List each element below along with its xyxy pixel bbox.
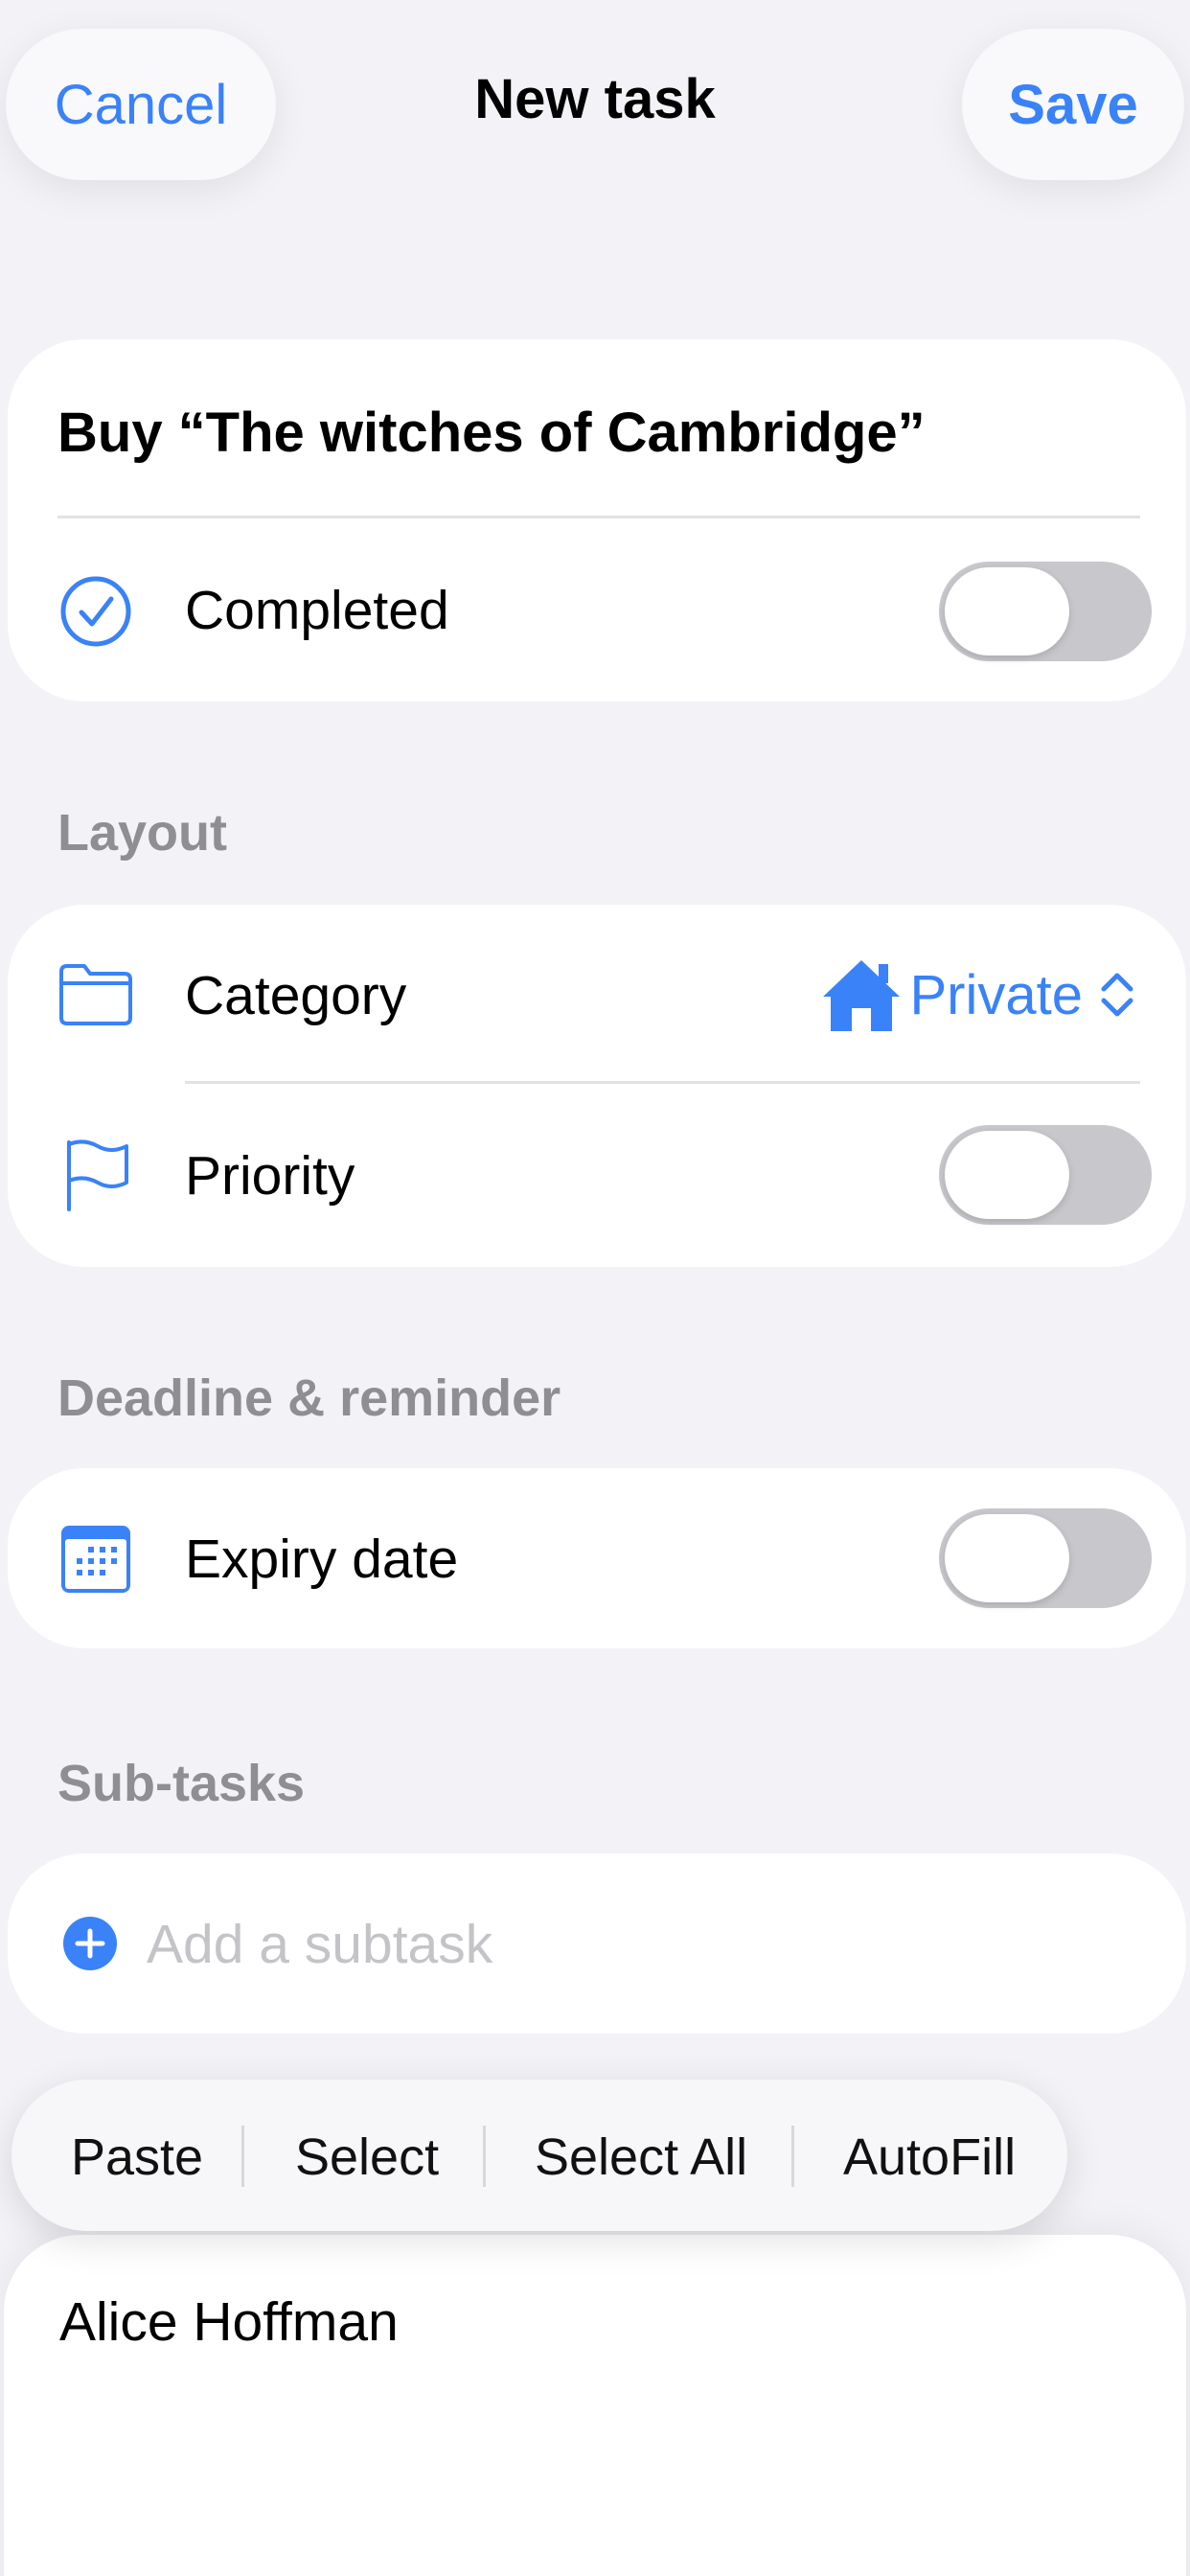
priority-row: Priority bbox=[8, 1085, 1186, 1267]
menu-separator bbox=[483, 2126, 486, 2187]
completed-label: Completed bbox=[185, 580, 449, 641]
category-row[interactable]: Category Private bbox=[8, 905, 1186, 1083]
flag-icon bbox=[67, 1139, 128, 1211]
menu-item-autofill[interactable]: AutoFill bbox=[843, 2128, 1016, 2187]
toggle-knob bbox=[945, 1514, 1069, 1602]
section-header-layout: Layout bbox=[57, 804, 228, 862]
category-label: Category bbox=[185, 965, 407, 1026]
section-header-deadline: Deadline & reminder bbox=[57, 1369, 561, 1427]
calendar-icon bbox=[61, 1526, 130, 1593]
edit-context-menu: Paste Select Select All AutoFill bbox=[11, 2080, 1067, 2231]
menu-item-paste[interactable]: Paste bbox=[71, 2128, 203, 2187]
layout-card: Category Private Priority bbox=[8, 905, 1186, 1267]
task-card: Buy “The witches of Cambridge” Completed bbox=[8, 339, 1186, 702]
divider bbox=[185, 1081, 1140, 1084]
completed-row: Completed bbox=[8, 519, 1186, 702]
section-header-subtasks: Sub-tasks bbox=[57, 1755, 306, 1812]
expiry-row: Expiry date bbox=[8, 1468, 1186, 1648]
menu-separator bbox=[791, 2126, 794, 2187]
notes-text[interactable]: Alice Hoffman bbox=[59, 2290, 399, 2354]
plus-circle-icon[interactable] bbox=[61, 1915, 119, 1972]
checkmark-circle-icon bbox=[60, 576, 131, 647]
expiry-toggle[interactable] bbox=[939, 1508, 1152, 1608]
toggle-knob bbox=[945, 567, 1069, 656]
task-title-field[interactable]: Buy “The witches of Cambridge” bbox=[57, 401, 926, 465]
add-subtask-row[interactable]: Add a subtask bbox=[8, 1853, 1186, 2034]
completed-toggle[interactable] bbox=[939, 562, 1152, 661]
priority-toggle[interactable] bbox=[939, 1125, 1152, 1225]
house-icon bbox=[823, 960, 901, 1031]
menu-item-select[interactable]: Select bbox=[295, 2128, 439, 2187]
menu-item-select-all[interactable]: Select All bbox=[535, 2128, 747, 2187]
add-subtask-input[interactable]: Add a subtask bbox=[147, 1913, 492, 1976]
save-button[interactable]: Save bbox=[962, 29, 1184, 180]
task-title-row[interactable]: Buy “The witches of Cambridge” bbox=[8, 395, 1186, 472]
priority-label: Priority bbox=[185, 1145, 355, 1207]
notes-area[interactable]: Alice Hoffman bbox=[4, 2235, 1186, 2576]
toggle-knob bbox=[945, 1131, 1069, 1219]
folder-icon bbox=[59, 964, 132, 1025]
chevron-up-down-icon bbox=[1101, 973, 1133, 1017]
subtasks-card: Add a subtask bbox=[8, 1853, 1186, 2034]
category-picker[interactable]: Private bbox=[819, 954, 1138, 1035]
category-value: Private bbox=[909, 963, 1083, 1026]
expiry-label: Expiry date bbox=[185, 1529, 459, 1590]
new-task-screen: Cancel New task Save Buy “The witches of… bbox=[0, 0, 1190, 2576]
deadline-card: Expiry date bbox=[8, 1468, 1186, 1648]
divider bbox=[57, 516, 1140, 518]
menu-separator bbox=[241, 2126, 244, 2187]
